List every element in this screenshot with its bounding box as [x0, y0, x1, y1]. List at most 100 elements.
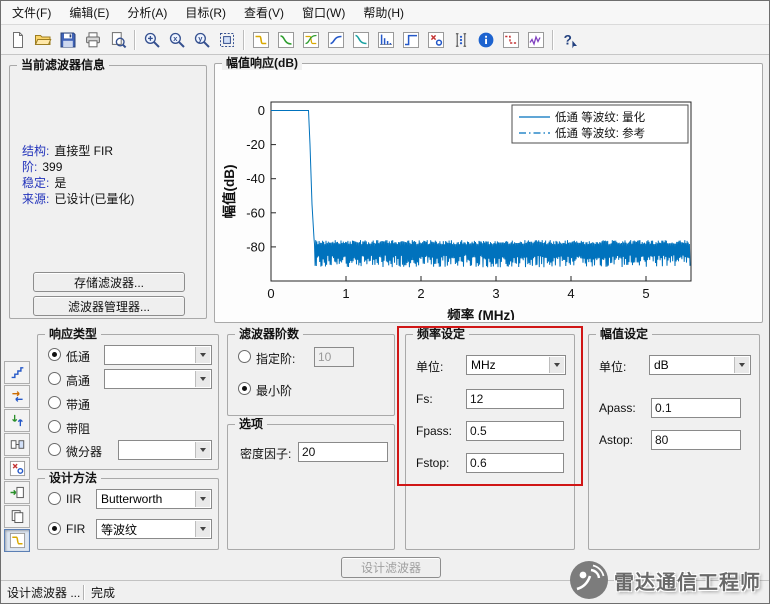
- bandpass-label: 带通: [66, 398, 91, 412]
- new-icon[interactable]: [6, 28, 30, 52]
- specify-order-radio[interactable]: [238, 350, 251, 363]
- fs-input[interactable]: [466, 389, 564, 409]
- density-factor-input[interactable]: [298, 442, 388, 462]
- density-factor-label: 密度因子:: [240, 447, 292, 461]
- panel-title: 设计方法: [45, 471, 102, 485]
- fir-label: FIR: [66, 522, 86, 536]
- selected-value: dB: [654, 358, 669, 372]
- mag-unit-label: 单位:: [599, 360, 627, 374]
- phase-response-icon[interactable]: [274, 28, 298, 52]
- filter-info-icon[interactable]: [474, 28, 498, 52]
- svg-text:低通 等波纹: 参考: 低通 等波纹: 参考: [555, 126, 645, 140]
- store-filter-button[interactable]: 存储滤波器...: [33, 272, 185, 292]
- response-type-panel: 响应类型 低通 高通 带通 带阻 微分器: [37, 327, 219, 470]
- iir-radio[interactable]: [48, 492, 61, 505]
- filter-manager-icon[interactable]: [4, 505, 30, 528]
- minimum-order-label: 最小阶: [256, 384, 293, 398]
- menu-window[interactable]: 窗口(W): [293, 1, 354, 25]
- fstop-input[interactable]: [466, 453, 564, 473]
- panel-title: 幅值设定: [596, 327, 653, 341]
- iir-method-select[interactable]: Butterworth: [96, 489, 212, 509]
- chevron-down-icon: [195, 371, 210, 387]
- help-icon[interactable]: ?: [558, 28, 582, 52]
- menubar: 文件(F) 编辑(E) 分析(A) 目标(R) 查看(V) 窗口(W) 帮助(H): [1, 1, 769, 25]
- toolbar-separator: [134, 29, 135, 50]
- filter-designer-window: 文件(F) 编辑(E) 分析(A) 目标(R) 查看(V) 窗口(W) 帮助(H) x y? …: [0, 0, 770, 604]
- open-icon[interactable]: [31, 28, 55, 52]
- chevron-down-icon: [195, 491, 210, 507]
- info-row: 阶: 399: [22, 160, 63, 174]
- multirate-filter-icon[interactable]: [4, 409, 30, 432]
- print-preview-icon[interactable]: [106, 28, 130, 52]
- fir-method-select[interactable]: 等波纹: [96, 519, 212, 539]
- astop-input[interactable]: [651, 430, 741, 450]
- svg-text:2: 2: [417, 286, 424, 301]
- round-off-noise-icon[interactable]: [524, 28, 548, 52]
- chevron-down-icon: [195, 442, 210, 458]
- differentiator-type-select[interactable]: [118, 440, 212, 460]
- realize-model-icon[interactable]: [4, 433, 30, 456]
- full-view-icon[interactable]: [215, 28, 239, 52]
- fpass-input[interactable]: [466, 421, 564, 441]
- save-icon[interactable]: [56, 28, 80, 52]
- bandpass-radio[interactable]: [48, 396, 61, 409]
- highpass-radio[interactable]: [48, 372, 61, 385]
- print-icon[interactable]: [81, 28, 105, 52]
- zoom-x-icon[interactable]: x: [165, 28, 189, 52]
- info-row: 稳定: 是: [22, 176, 67, 190]
- status-divider: [83, 584, 84, 600]
- pole-zero-editor-icon[interactable]: [4, 457, 30, 480]
- svg-text:-60: -60: [246, 205, 265, 220]
- lowpass-label: 低通: [66, 350, 91, 364]
- import-filter-icon[interactable]: [4, 481, 30, 504]
- highpass-type-select[interactable]: [104, 369, 212, 389]
- group-delay-icon[interactable]: [324, 28, 348, 52]
- filter-info-rows: 结构: 直接型 FIR 阶: 399 稳定: 是 来源: 已设计(已量化): [22, 144, 134, 208]
- frequency-unit-select[interactable]: MHz: [466, 355, 566, 375]
- zoom-in-icon[interactable]: [140, 28, 164, 52]
- bandstop-radio[interactable]: [48, 420, 61, 433]
- apass-input[interactable]: [651, 398, 741, 418]
- menu-edit[interactable]: 编辑(E): [60, 1, 118, 25]
- design-filter-button: 设计滤波器: [341, 557, 441, 578]
- menu-targets[interactable]: 目标(R): [176, 1, 235, 25]
- set-quantization-icon[interactable]: [4, 361, 30, 384]
- phase-delay-icon[interactable]: [349, 28, 373, 52]
- panel-title: 选项: [235, 417, 268, 431]
- differentiator-radio[interactable]: [48, 443, 61, 456]
- magnitude-unit-select[interactable]: dB: [649, 355, 751, 375]
- svg-text:?: ?: [563, 32, 571, 47]
- panel-title: 当前滤波器信息: [17, 58, 110, 72]
- astop-label: Astop:: [599, 433, 634, 447]
- lowpass-type-select[interactable]: [104, 345, 212, 365]
- menu-file[interactable]: 文件(F): [3, 1, 60, 25]
- toolbar-separator: [243, 29, 244, 50]
- frequency-specs-panel: 频率设定 单位: MHz Fs: Fpass: Fstop:: [405, 327, 575, 550]
- toolbar: x y?: [1, 25, 769, 55]
- pole-zero-icon[interactable]: [424, 28, 448, 52]
- zoom-y-icon[interactable]: y: [190, 28, 214, 52]
- svg-text:幅值(dB): 幅值(dB): [221, 165, 237, 219]
- svg-text:-40: -40: [246, 171, 265, 186]
- svg-text:1: 1: [342, 286, 349, 301]
- lowpass-radio[interactable]: [48, 348, 61, 361]
- transform-filter-icon[interactable]: [4, 385, 30, 408]
- magnitude-response-icon[interactable]: [249, 28, 273, 52]
- filter-manager-button[interactable]: 滤波器管理器...: [33, 296, 185, 316]
- fir-radio[interactable]: [48, 522, 61, 535]
- watermark: 雷达通信工程师: [570, 561, 761, 599]
- spec-mask-icon[interactable]: [499, 28, 523, 52]
- menu-help[interactable]: 帮助(H): [354, 1, 413, 25]
- impulse-response-icon[interactable]: [374, 28, 398, 52]
- design-filter-icon[interactable]: [4, 529, 30, 552]
- minimum-order-radio[interactable]: [238, 382, 251, 395]
- mag-phase-response-icon[interactable]: [299, 28, 323, 52]
- fstop-label: Fstop:: [416, 456, 450, 470]
- freq-unit-label: 单位:: [416, 360, 444, 374]
- coefficients-icon[interactable]: [449, 28, 473, 52]
- svg-text:0: 0: [258, 103, 265, 118]
- step-response-icon[interactable]: [399, 28, 423, 52]
- menu-view[interactable]: 查看(V): [235, 1, 293, 25]
- apass-label: Apass:: [599, 401, 636, 415]
- menu-analysis[interactable]: 分析(A): [118, 1, 176, 25]
